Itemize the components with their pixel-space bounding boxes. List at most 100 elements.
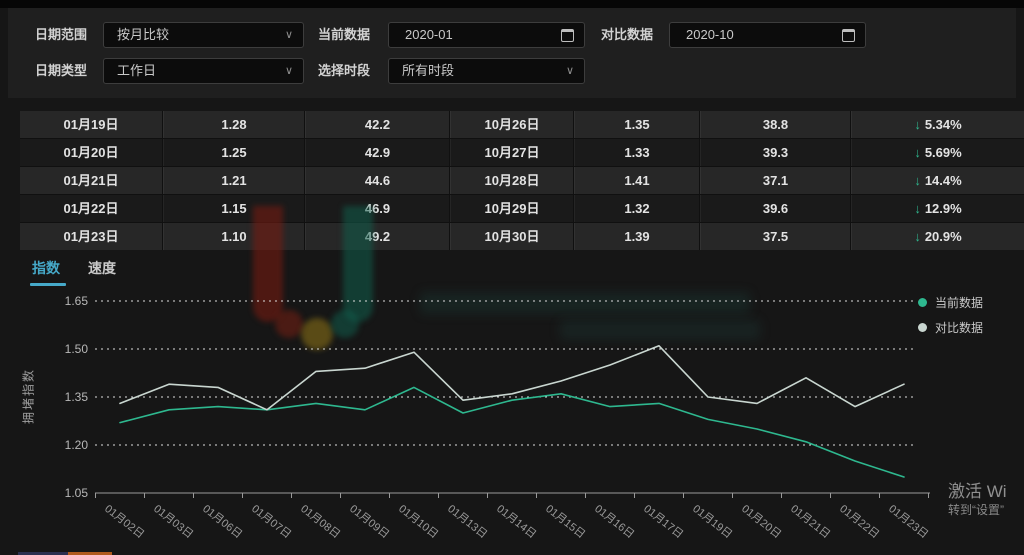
x-tick-label: 01月09日 (347, 503, 391, 541)
calendar-icon (561, 29, 574, 42)
table-cell: 1.28 (163, 111, 304, 138)
table-cell: 1.25 (163, 139, 304, 166)
table-cell: 37.5 (700, 223, 850, 250)
x-tick-label: 01月13日 (445, 503, 489, 541)
legend-item-1[interactable]: 对比数据 (918, 319, 983, 336)
x-tick-label: 01月10日 (396, 503, 440, 541)
arrow-down-icon: ↓ (914, 173, 921, 188)
x-tick-label: 01月21日 (788, 503, 832, 541)
y-tick-label: 1.35 (65, 390, 89, 404)
table-cell: 38.8 (700, 111, 850, 138)
table-cell: 1.41 (574, 167, 699, 194)
table-cell: 39.3 (700, 139, 850, 166)
x-tick-label: 01月02日 (102, 503, 146, 541)
change-cell: ↓ 5.69% (851, 139, 1024, 166)
legend-label: 当前数据 (935, 294, 983, 311)
change-cell: ↓ 5.34% (851, 111, 1024, 138)
date-type-select[interactable]: 工作日 ∨ (103, 58, 304, 84)
change-value: 5.69% (925, 145, 962, 160)
os-activation-watermark-line1: 激活 Wi (948, 477, 1007, 502)
y-tick-label: 1.20 (65, 438, 89, 452)
tab-index[interactable]: 指数 (32, 258, 60, 278)
compare-data-label: 对比数据 (601, 22, 653, 48)
table-cell: 10月28日 (450, 167, 573, 194)
chevron-down-icon: ∨ (566, 59, 574, 83)
table-cell: 42.2 (305, 111, 449, 138)
arrow-down-icon: ↓ (914, 145, 921, 160)
table-cell: 1.21 (163, 167, 304, 194)
table-cell: 1.10 (163, 223, 304, 250)
x-tick-label: 01月03日 (151, 503, 195, 541)
line-chart: 1.051.201.351.501.6501月02日01月03日01月06日01… (0, 285, 1024, 555)
change-value: 20.9% (925, 229, 962, 244)
x-tick-label: 01月22日 (837, 503, 881, 541)
table-cell: 01月22日 (20, 195, 162, 222)
change-cell: ↓ 12.9% (851, 195, 1024, 222)
table-cell: 01月23日 (20, 223, 162, 250)
time-period-label: 选择时段 (318, 58, 370, 84)
current-data-datepicker[interactable]: 2020-01 (388, 22, 585, 48)
table-cell: 1.33 (574, 139, 699, 166)
legend-dot-icon (918, 323, 927, 332)
date-type-label: 日期类型 (35, 58, 87, 84)
table-cell: 42.9 (305, 139, 449, 166)
table-cell: 44.6 (305, 167, 449, 194)
x-tick-label: 01月19日 (690, 503, 734, 541)
series-line-0 (120, 387, 904, 477)
x-tick-label: 01月07日 (249, 503, 293, 541)
arrow-down-icon: ↓ (914, 201, 921, 216)
table-cell: 01月19日 (20, 111, 162, 138)
table-cell: 10月29日 (450, 195, 573, 222)
tab-speed[interactable]: 速度 (88, 258, 116, 278)
change-cell: ↓ 20.9% (851, 223, 1024, 250)
x-tick-label: 01月08日 (298, 503, 342, 541)
calendar-icon (842, 29, 855, 42)
dashboard-page: 日期范围 按月比较 ∨ 当前数据 2020-01 对比数据 2020-10 日期… (0, 0, 1024, 555)
current-data-label: 当前数据 (318, 22, 370, 48)
arrow-down-icon: ↓ (914, 117, 921, 132)
date-range-label: 日期范围 (35, 22, 87, 48)
table-cell: 10月30日 (450, 223, 573, 250)
change-cell: ↓14.4% (851, 167, 1024, 194)
arrow-down-icon: ↓ (914, 229, 921, 244)
comparison-table: 01月19日1.2842.210月26日1.3538.8↓5.34%01月20日… (20, 111, 1024, 250)
table-cell: 10月27日 (450, 139, 573, 166)
legend-label: 对比数据 (935, 319, 983, 336)
x-tick-label: 01月17日 (641, 503, 685, 541)
top-strip (0, 0, 1024, 8)
legend-item-0[interactable]: 当前数据 (918, 294, 983, 311)
table-cell: 1.15 (163, 195, 304, 222)
date-range-select[interactable]: 按月比较 ∨ (103, 22, 304, 48)
table-cell: 1.32 (574, 195, 699, 222)
x-tick-label: 01月06日 (200, 503, 244, 541)
os-activation-watermark-line2: 转到“设置” (948, 501, 1004, 518)
active-tab-underline (30, 283, 66, 286)
y-tick-label: 1.05 (65, 486, 89, 500)
time-period-select[interactable]: 所有时段 ∨ (388, 58, 585, 84)
date-range-value: 按月比较 (117, 27, 169, 42)
table-cell: 1.35 (574, 111, 699, 138)
change-value: 5.34% (925, 117, 962, 132)
table-cell: 01月21日 (20, 167, 162, 194)
change-value: 12.9% (925, 201, 962, 216)
chevron-down-icon: ∨ (285, 59, 293, 83)
x-tick-label: 01月14日 (494, 503, 538, 541)
x-tick-label: 01月15日 (543, 503, 587, 541)
time-period-value: 所有时段 (402, 63, 454, 78)
compare-data-datepicker[interactable]: 2020-10 (669, 22, 866, 48)
table-cell: 1.39 (574, 223, 699, 250)
x-tick-label: 01月20日 (739, 503, 783, 541)
table-cell: 46.9 (305, 195, 449, 222)
chevron-down-icon: ∨ (285, 23, 293, 47)
x-tick-label: 01月23日 (886, 503, 930, 541)
y-tick-label: 1.50 (65, 342, 89, 356)
chart-legend: 当前数据对比数据 (918, 294, 983, 344)
table-cell: 39.6 (700, 195, 850, 222)
table-cell: 49.2 (305, 223, 449, 250)
legend-dot-icon (918, 298, 927, 307)
current-data-value: 2020-01 (405, 27, 453, 42)
table-cell: 10月26日 (450, 111, 573, 138)
x-tick-label: 01月16日 (592, 503, 636, 541)
compare-data-value: 2020-10 (686, 27, 734, 42)
y-tick-label: 1.65 (65, 294, 89, 308)
